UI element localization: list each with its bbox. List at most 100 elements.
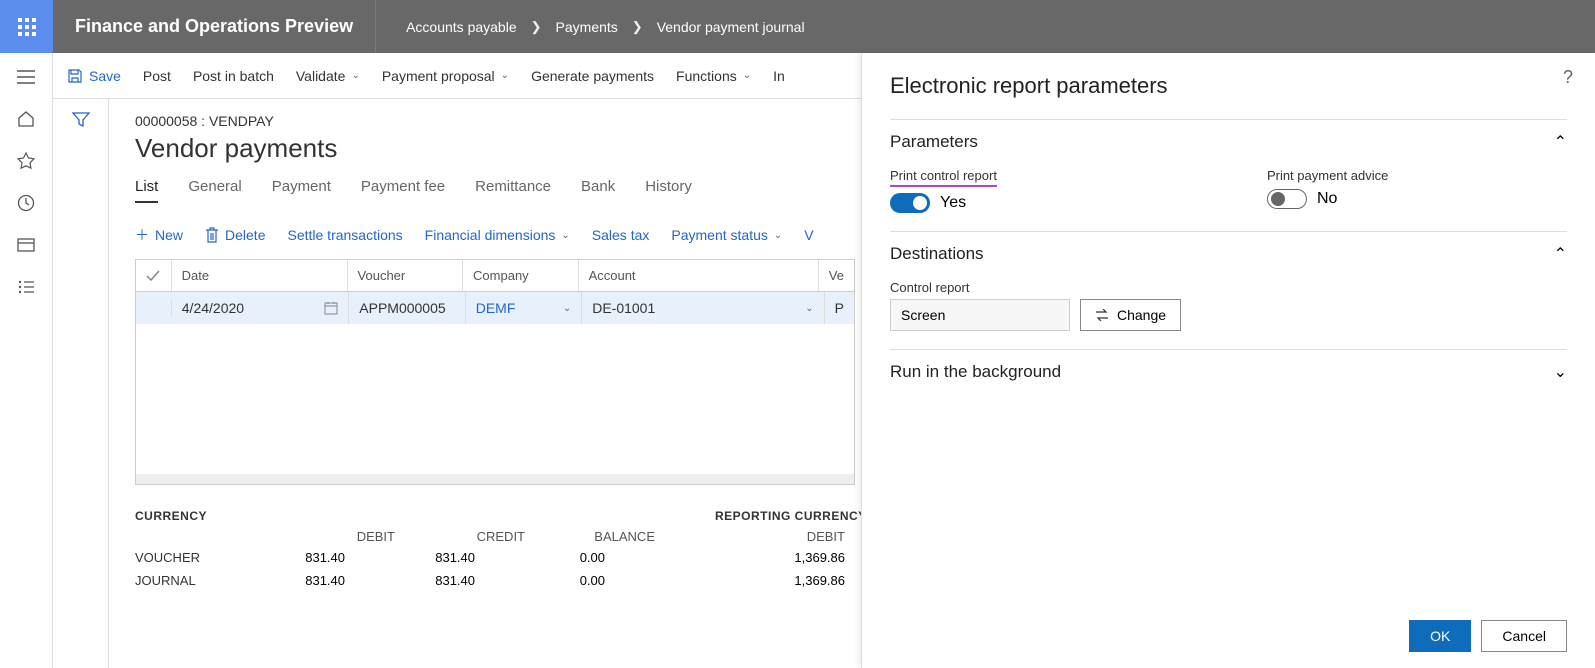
rep-journal-credit: 1,369.86 [845,573,861,588]
print-advice-toggle[interactable] [1267,189,1307,209]
calendar-icon[interactable] [324,301,338,315]
tab-payment-fee[interactable]: Payment fee [361,178,445,203]
tab-history[interactable]: History [645,178,692,203]
voucher-credit: 831.40 [345,550,475,565]
chevron-right-icon: ❯ [632,19,643,35]
hamburger-icon[interactable] [16,67,36,87]
panel-title: Electronic report parameters [890,73,1567,99]
col-company[interactable]: Company [463,260,579,291]
chevron-down-icon: ⌄ [561,230,569,241]
section-destinations-header[interactable]: Destinations ⌃ [890,231,1567,276]
more-button[interactable]: V [804,227,813,243]
print-advice-label: Print payment advice [1267,168,1388,183]
table-row[interactable]: 4/24/2020 APPM000005 DEMF ⌄ DE-01001 ⌄ P [136,292,854,324]
col-rep-credit: CREDIT [845,529,861,544]
chevron-down-icon[interactable]: ⌄ [805,303,813,314]
help-icon[interactable]: ? [1563,67,1573,88]
new-button[interactable]: ＋New [135,225,183,245]
sales-tax-button[interactable]: Sales tax [592,227,650,243]
waffle-launcher[interactable] [0,0,53,53]
reporting-totals: REPORTING CURRENCY DEBIT CREDIT 1,369.86… [715,509,861,596]
cell-date[interactable]: 4/24/2020 [172,292,350,324]
print-control-value: Yes [940,194,966,212]
section-background-header[interactable]: Run in the background ⌄ [890,349,1567,394]
filter-icon[interactable] [72,111,90,668]
grid-toolbar: ＋New Delete Settle transactions Financia… [135,225,861,245]
panel-footer: OK Cancel [890,608,1567,652]
voucher-balance: 0.00 [475,550,605,565]
row-voucher-label: VOUCHER [135,550,215,565]
rep-voucher-debit: 1,369.86 [715,550,845,565]
horizontal-scrollbar[interactable] [136,474,854,484]
side-panel: ? Electronic report parameters Parameter… [861,53,1595,668]
col-voucher[interactable]: Voucher [348,260,464,291]
chevron-down-icon[interactable]: ⌄ [563,303,571,314]
delete-button[interactable]: Delete [205,227,265,243]
settle-transactions-button[interactable]: Settle transactions [287,227,402,243]
left-nav-rail [0,53,53,668]
breadcrumb-item[interactable]: Vendor payment journal [657,19,805,35]
cell-account[interactable]: DE-01001 ⌄ [582,292,824,324]
home-icon[interactable] [16,109,36,129]
change-button[interactable]: Change [1080,299,1181,331]
plus-icon: ＋ [135,225,149,245]
ok-button[interactable]: OK [1409,620,1471,652]
save-button[interactable]: Save [67,68,121,84]
cancel-button[interactable]: Cancel [1481,620,1567,652]
chevron-down-icon: ⌄ [774,230,782,241]
row-checkbox[interactable] [136,300,172,316]
voucher-debit: 831.40 [215,550,345,565]
financial-dimensions-button[interactable]: Financial dimensions⌄ [425,227,570,243]
journal-credit: 831.40 [345,573,475,588]
functions-button[interactable]: Functions⌄ [676,68,751,84]
payment-status-button[interactable]: Payment status⌄ [671,227,782,243]
reporting-title: REPORTING CURRENCY [715,509,861,523]
grid-header: Date Voucher Company Account Ve [136,260,854,292]
control-report-input[interactable] [890,299,1070,331]
filter-column [53,99,109,668]
list-icon[interactable] [16,277,36,297]
validate-button[interactable]: Validate⌄ [296,68,360,84]
print-control-label: Print control report [890,168,997,187]
section-destinations-body: Control report Change [890,276,1567,349]
select-all-checkbox[interactable] [136,260,172,291]
section-parameters-body: Print control report Yes Print payment a… [890,164,1567,231]
save-label: Save [89,68,121,84]
clock-icon[interactable] [16,193,36,213]
currency-title: CURRENCY [135,509,655,523]
payment-proposal-button[interactable]: Payment proposal⌄ [382,68,509,84]
page-title: Vendor payments [135,133,861,164]
chevron-down-icon: ⌄ [1554,362,1567,382]
post-in-batch-button[interactable]: Post in batch [193,68,274,84]
tab-payment[interactable]: Payment [272,178,331,203]
tab-list[interactable]: List [135,178,158,203]
col-vendor[interactable]: Ve [819,260,854,291]
col-account[interactable]: Account [579,260,819,291]
col-date[interactable]: Date [172,260,348,291]
section-parameters-header[interactable]: Parameters ⌃ [890,119,1567,164]
tab-general[interactable]: General [188,178,241,203]
col-balance: BALANCE [525,529,655,544]
post-button[interactable]: Post [143,68,171,84]
journal-debit: 831.40 [215,573,345,588]
tab-remittance[interactable]: Remittance [475,178,551,203]
save-icon [67,68,83,84]
star-icon[interactable] [16,151,36,171]
tab-bank[interactable]: Bank [581,178,615,203]
cell-voucher[interactable]: APPM000005 [349,292,465,324]
workspace-icon[interactable] [16,235,36,255]
breadcrumb-item[interactable]: Payments [556,19,618,35]
cell-vendor[interactable]: P [825,292,854,324]
col-debit: DEBIT [265,529,395,544]
app-header: Finance and Operations Preview Accounts … [0,0,1595,53]
trash-icon [205,227,219,243]
cell-company[interactable]: DEMF ⌄ [466,292,582,324]
record-id: 00000058 : VENDPAY [135,113,861,129]
inquiries-button[interactable]: In [773,68,785,84]
breadcrumb-item[interactable]: Accounts payable [406,19,517,35]
print-control-toggle[interactable] [890,193,930,213]
chevron-up-icon: ⌃ [1554,132,1567,152]
main-area: Save Post Post in batch Validate⌄ Paymen… [53,53,861,668]
swap-icon [1095,309,1109,321]
generate-payments-button[interactable]: Generate payments [531,68,654,84]
